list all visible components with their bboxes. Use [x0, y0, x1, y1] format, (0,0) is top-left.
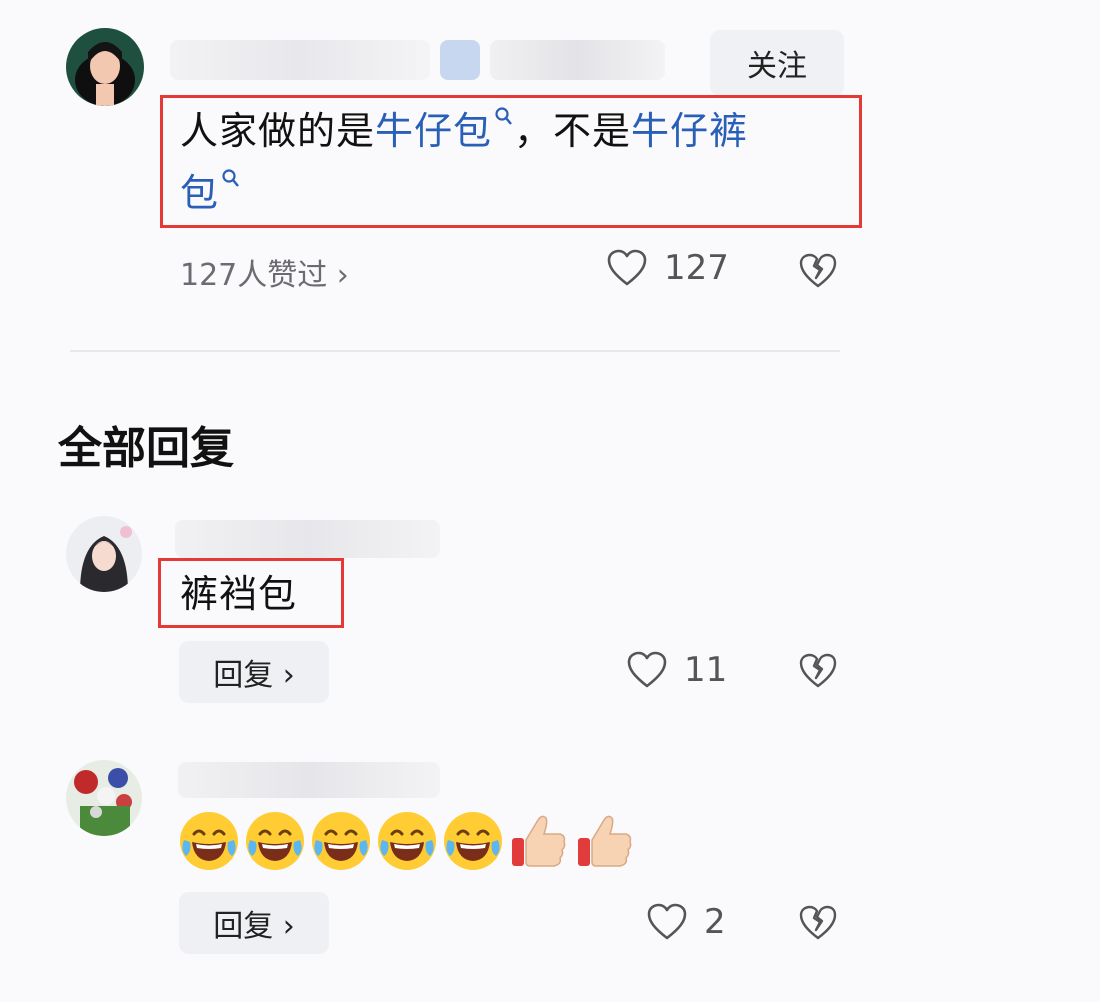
- top-commenter-username[interactable]: [170, 40, 430, 80]
- broken-heart-icon: [799, 253, 837, 288]
- comment-text-segment: ，不是: [514, 109, 632, 153]
- top-commenter-meta: [490, 40, 665, 80]
- like-button[interactable]: 11: [626, 650, 727, 690]
- top-commenter-avatar[interactable]: [66, 28, 144, 106]
- reply-username[interactable]: [178, 762, 440, 798]
- reply-button[interactable]: 回复 ›: [179, 641, 329, 703]
- like-count: 127: [664, 248, 729, 288]
- laughing-crying-emoji: [444, 812, 502, 870]
- reply-emoji-row: [178, 810, 636, 872]
- laughing-crying-emoji: [246, 812, 304, 870]
- heart-icon: [627, 651, 667, 688]
- laughing-crying-emoji: [180, 812, 238, 870]
- heart-icon: [647, 903, 687, 940]
- section-divider: [70, 350, 840, 352]
- keyword-link-denim-pants-cont[interactable]: 包: [180, 171, 219, 215]
- reply-avatar[interactable]: [66, 516, 142, 592]
- reply-button[interactable]: 回复 ›: [179, 892, 329, 954]
- search-icon[interactable]: [494, 106, 514, 128]
- reply-username[interactable]: [175, 520, 440, 558]
- reply-avatar[interactable]: [66, 760, 142, 836]
- heart-icon: [607, 249, 647, 286]
- like-button[interactable]: 2: [646, 902, 726, 942]
- search-icon[interactable]: [221, 168, 241, 190]
- dislike-button[interactable]: [798, 652, 838, 690]
- thumbs-up-emoji: [578, 815, 632, 867]
- like-count: 2: [704, 902, 726, 942]
- laughing-crying-emoji: [378, 812, 436, 870]
- like-count: 11: [684, 650, 728, 690]
- broken-heart-icon: [799, 905, 837, 940]
- follow-button[interactable]: 关注: [710, 30, 844, 96]
- reply-text: 裤裆包: [180, 572, 298, 616]
- comment-text-segment: 人家做的是: [180, 109, 376, 153]
- top-commenter-badge: [440, 40, 480, 80]
- top-comment-text: 人家做的是牛仔包 ，不是牛仔裤 包: [180, 100, 850, 224]
- broken-heart-icon: [799, 653, 837, 688]
- dislike-button[interactable]: [798, 252, 838, 290]
- thumbs-up-emoji: [512, 815, 566, 867]
- like-button[interactable]: 127: [606, 248, 729, 288]
- section-title: 全部回复: [58, 423, 234, 474]
- keyword-link-denim-pants[interactable]: 牛仔裤: [631, 109, 748, 153]
- keyword-link-denim-bag[interactable]: 牛仔包: [375, 109, 492, 153]
- dislike-button[interactable]: [798, 904, 838, 942]
- laughing-crying-emoji: [312, 812, 370, 870]
- liked-by-summary[interactable]: 127人赞过 ›: [180, 250, 349, 294]
